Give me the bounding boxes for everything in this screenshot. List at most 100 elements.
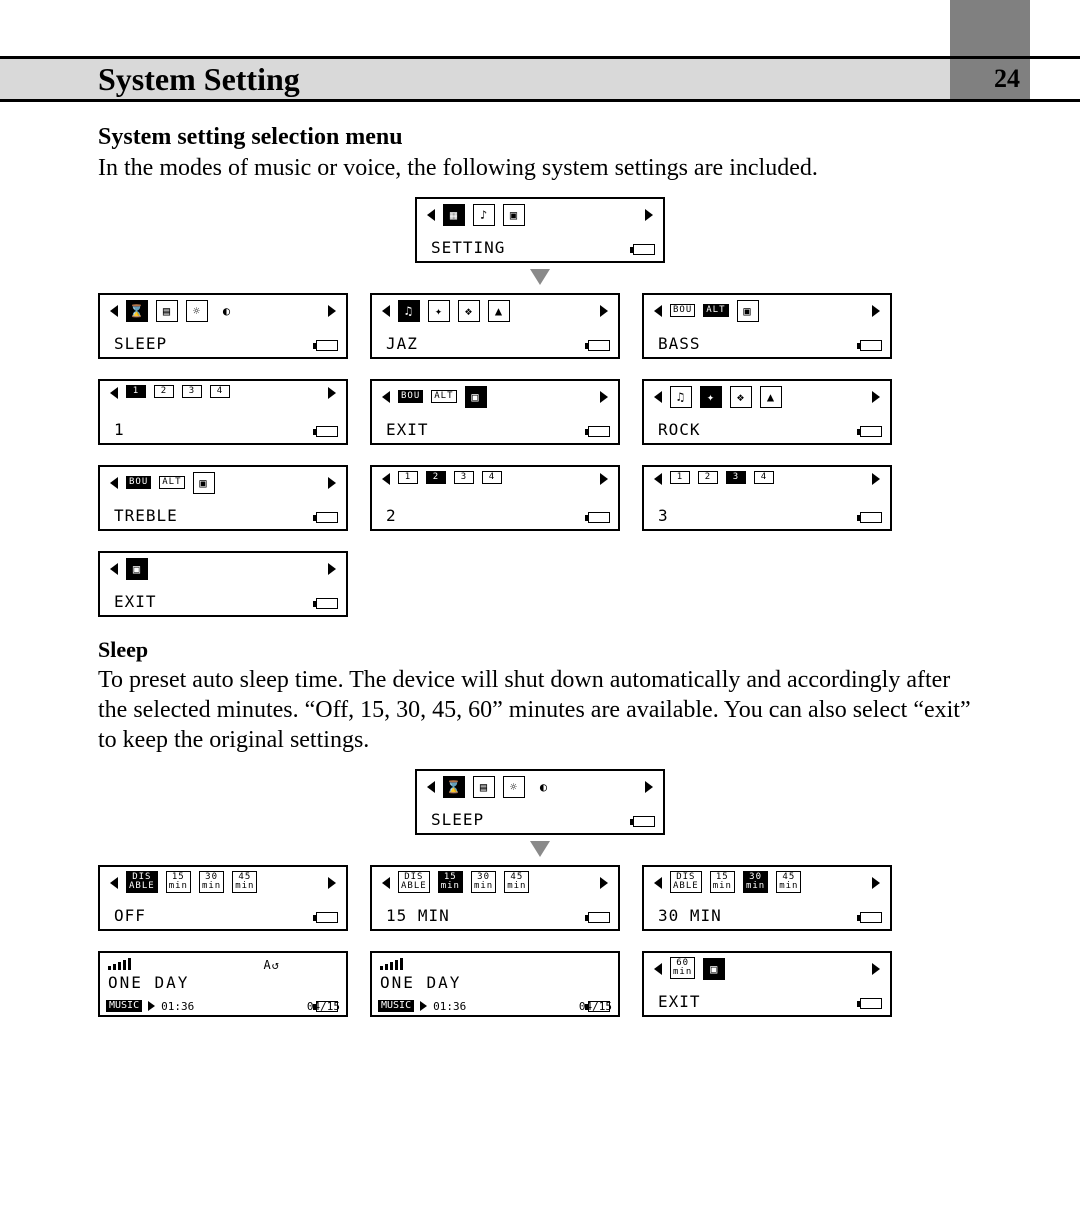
battery-icon [316,512,338,523]
tag-2: 2 [154,385,174,398]
nav-left-icon [427,209,435,221]
lcd-player-2: ONE DAY MUSIC 01:36 04/15 [370,951,620,1017]
elapsed-time: 01:36 [433,1001,466,1012]
nav-left-icon [382,391,390,403]
icon-eq2 [730,386,752,408]
lcd-player-1: A↺ ONE DAY MUSIC 01:36 04/15 [98,951,348,1017]
track-title: ONE DAY [380,975,461,991]
lcd-sleep-2: SLEEP [415,769,665,835]
nav-right-icon [600,305,608,317]
track-title: ONE DAY [108,975,189,991]
icon-eq [428,300,450,322]
icon-setting [443,204,465,226]
nav-left-icon [654,305,662,317]
battery-icon [588,426,610,437]
nav-right-icon [872,963,880,975]
nav-left-icon [110,563,118,575]
tag-3: 3 [726,471,746,484]
nav-left-icon [110,877,118,889]
battery-icon [316,1001,338,1012]
tag-45min: 45 min [776,871,801,893]
lcd-exit-2: EXIT [98,551,348,617]
nav-right-icon [328,305,336,317]
icon-exit [503,204,525,226]
battery-icon [633,816,655,827]
tag-alt: ALT [703,304,728,317]
lcd-2: 1 2 3 4 2 [370,465,620,531]
lcd-15min: DIS ABLE 15 min 30 min 45 min 15 MIN [370,865,620,931]
mode-badge: MUSIC [378,1000,414,1012]
nav-right-icon [872,473,880,485]
icon-rock [700,386,722,408]
tag-4: 4 [754,471,774,484]
icon-light [503,776,525,798]
nav-left-icon [654,963,662,975]
tag-disable: DIS ABLE [670,871,702,893]
nav-right-icon [645,209,653,221]
lcd-label: JAZ [386,336,418,352]
battery-icon [588,912,610,923]
icon-display [156,300,178,322]
nav-left-icon [110,387,118,399]
tag-15min: 15 min [438,871,463,893]
tag-3: 3 [454,471,474,484]
nav-right-icon [328,387,336,399]
icon-exit [193,472,215,494]
icon-sleep [126,300,148,322]
tag-disable: DIS ABLE [126,871,158,893]
nav-left-icon [654,391,662,403]
header-band: System Setting 24 [0,56,1080,102]
icon-eq2 [458,300,480,322]
nav-right-icon [600,877,608,889]
tag-disable: DIS ABLE [398,871,430,893]
page-top [0,0,1080,56]
tag-2: 2 [426,471,446,484]
arrow-down-icon [530,841,550,857]
tag-30min: 30 min [743,871,768,893]
nav-left-icon [654,473,662,485]
icon-jaz [398,300,420,322]
play-icon [420,1001,427,1011]
battery-icon [588,1001,610,1012]
tag-45min: 45 min [504,871,529,893]
lcd-label: EXIT [114,594,157,610]
lcd-setting: SETTING [415,197,665,263]
lcd-label: TREBLE [114,508,178,524]
play-icon [148,1001,155,1011]
nav-right-icon [872,391,880,403]
battery-icon [860,426,882,437]
lcd-rock: ROCK [642,379,892,445]
section2-heading: Sleep [98,637,982,663]
icon-eq3 [488,300,510,322]
tag-30min: 30 min [471,871,496,893]
nav-right-icon [328,477,336,489]
tag-alt: ALT [159,476,184,489]
nav-left-icon [382,473,390,485]
nav-left-icon [110,477,118,489]
lcd-30min: DIS ABLE 15 min 30 min 45 min 30 MIN [642,865,892,931]
section2-body: To preset auto sleep time. The device wi… [98,665,982,755]
tag-4: 4 [482,471,502,484]
battery-icon [633,244,655,255]
lcd-label: 30 MIN [658,908,722,924]
tag-1: 1 [398,471,418,484]
lcd-off: DIS ABLE 15 min 30 min 45 min OFF [98,865,348,931]
icon-exit [465,386,487,408]
battery-icon [316,426,338,437]
tag-45min: 45 min [232,871,257,893]
lcd-label: EXIT [386,422,429,438]
section1-body: In the modes of music or voice, the foll… [98,153,982,183]
tag-15min: 15 min [166,871,191,893]
nav-left-icon [110,305,118,317]
icon-display [473,776,495,798]
icon-eq [670,386,692,408]
icon-contrast [216,300,238,322]
battery-icon [860,998,882,1009]
icon-contrast [533,776,555,798]
tag-bou: BOU [398,390,423,403]
icon-light [186,300,208,322]
nav-right-icon [328,877,336,889]
tag-1: 1 [126,385,146,398]
page-title: System Setting [0,59,1080,99]
battery-icon [316,598,338,609]
